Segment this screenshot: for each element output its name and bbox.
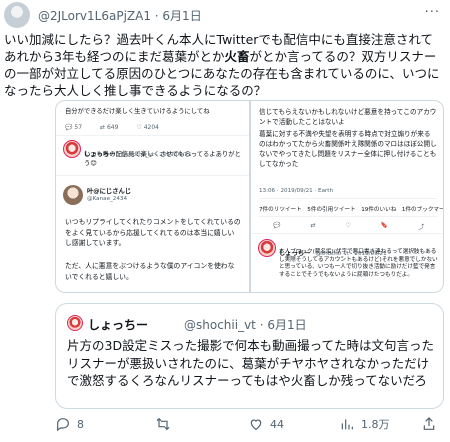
divider (56, 135, 249, 136)
shot2-reply-text: 本人ブロック(蔵名垢)(伏字で悪口書き連ねるって選択肢もあるし実際そうしてるアカ… (279, 249, 438, 278)
shot2-meta: 13:06 · 2019/09/21 · Earth (259, 188, 334, 194)
more-options-button[interactable]: ··· (425, 5, 440, 20)
reply-icon (57, 418, 69, 432)
like-button[interactable]: 44 (248, 416, 284, 432)
quoted-meta: @shochii_vt · 6月1日 (184, 316, 307, 333)
reply-count: 8 (77, 417, 84, 431)
divider (251, 233, 443, 234)
quoted-text: 片方の3D設定ミスった撮影で何本も動画撮ってた時は文句言ったリスナーが悪扱いされ… (67, 338, 434, 388)
views-button[interactable]: 1.8万 (339, 416, 390, 432)
separator: · (150, 9, 163, 23)
shot2-counts: 7件のリツイート 5件の引用ツイート 19件のいいね 1件のブックマーク (259, 207, 444, 213)
bookmark-icon: 🔖 (380, 222, 389, 229)
shot1-kanae-text-2: ただ、人に悪意をぶつけるような僕のアイコンを使わないでくれると嬉しい。 (65, 262, 235, 281)
quoted-avatar[interactable] (67, 315, 83, 331)
shot1-kanae-name: 叶@にじさんじ (87, 188, 132, 195)
shot1-top-text: 自分ができるだけ楽しく生きていけるようにしてね (65, 108, 210, 115)
divider (259, 198, 437, 199)
shot1-stat-likes: ♡ 4204 (136, 124, 159, 131)
divider (56, 175, 249, 176)
share-icon: ⤴ (418, 224, 425, 231)
like-icon: ♡ (345, 222, 351, 229)
kanae-avatar (63, 185, 83, 205)
reply-button[interactable]: 8 (55, 416, 84, 432)
shot1-kanae-handle: @Kanae_2434 (87, 196, 128, 202)
quoted-author-name[interactable]: しょっちー (88, 316, 148, 333)
attached-image-1[interactable]: 自分ができるだけ楽しく生きていけるようにしてね 💬 57 ⇄ 649 ♡ 420… (56, 101, 249, 292)
avatar[interactable] (4, 2, 30, 28)
reply-avatar (63, 140, 81, 158)
reply-icon: 💬 (273, 222, 281, 229)
retweet-button[interactable] (155, 416, 177, 432)
heart-icon (250, 419, 262, 431)
tweet-body: いい加減にしたら？過去叶くん本人にTwitterでも配信中にも直接注意されてあれ… (4, 31, 444, 99)
shot1-stat-retweets: ⇄ 649 (100, 124, 119, 131)
like-count: 44 (270, 417, 284, 431)
quoted-tweet[interactable]: しょっちー @shochii_vt · 6月1日 片方の3D設定ミスった撮影で何… (55, 303, 444, 409)
views-count: 1.8万 (361, 418, 390, 431)
quoted-date[interactable]: 6月1日 (267, 318, 306, 332)
shot1-kanae-text-1: いつもリプライしてくれたりコメントをしてくれているのをよく見ているから応援してく… (65, 218, 241, 247)
attached-images[interactable]: 自分ができるだけ楽しく生きていけるようにしてね 💬 57 ⇄ 649 ♡ 420… (55, 100, 444, 293)
share-icon (423, 417, 435, 430)
shot2-action-icons: 💬 ⇄ ♡ 🔖 ⤴ (273, 222, 424, 231)
tweet-date[interactable]: 6月1日 (162, 9, 201, 23)
shot1-stats: 💬 57 ⇄ 649 ♡ 4204 (65, 124, 159, 131)
shot2-text-1: 信じてもらえないかもしれないけど悪意を持ってこのアカウントで活動したことはないよ (259, 108, 437, 126)
retweet-icon (156, 417, 170, 431)
tweet: @2JLorv1L6aPjZA1 · 6月1日 ··· いい加減にしたら？過去叶… (0, 0, 450, 442)
shot1-reply-text: いつも叶の配信見て楽しくさせてもらってるよありがとう😊 (84, 151, 241, 167)
tweet-header: @2JLorv1L6aPjZA1 · 6月1日 ··· (4, 2, 450, 28)
author-handle-line[interactable]: @2JLorv1L6aPjZA1 · 6月1日 (38, 7, 202, 24)
attached-image-2[interactable]: 信じてもらえないかもしれないけど悪意を持ってこのアカウントで活動したことはないよ… (251, 101, 444, 292)
reply-avatar (258, 239, 276, 257)
divider (259, 216, 437, 217)
author-handle[interactable]: @2JLorv1L6aPjZA1 (38, 9, 151, 23)
views-icon (341, 419, 353, 430)
separator: · (255, 318, 268, 332)
shot2-text-2: 葛葉に対する不満や失望を表明する時点で対立煽りが来るのはわかってたから火畜関係叶… (259, 130, 437, 168)
quoted-handle[interactable]: @shochii_vt (184, 318, 256, 332)
action-bar: 8 44 1.8万 (55, 416, 445, 436)
retweet-icon: ⇄ (310, 222, 316, 229)
shot1-stat-replies: 💬 57 (65, 124, 83, 131)
share-button[interactable] (421, 416, 437, 432)
tweet-body-bold: 火畜 (224, 49, 250, 64)
